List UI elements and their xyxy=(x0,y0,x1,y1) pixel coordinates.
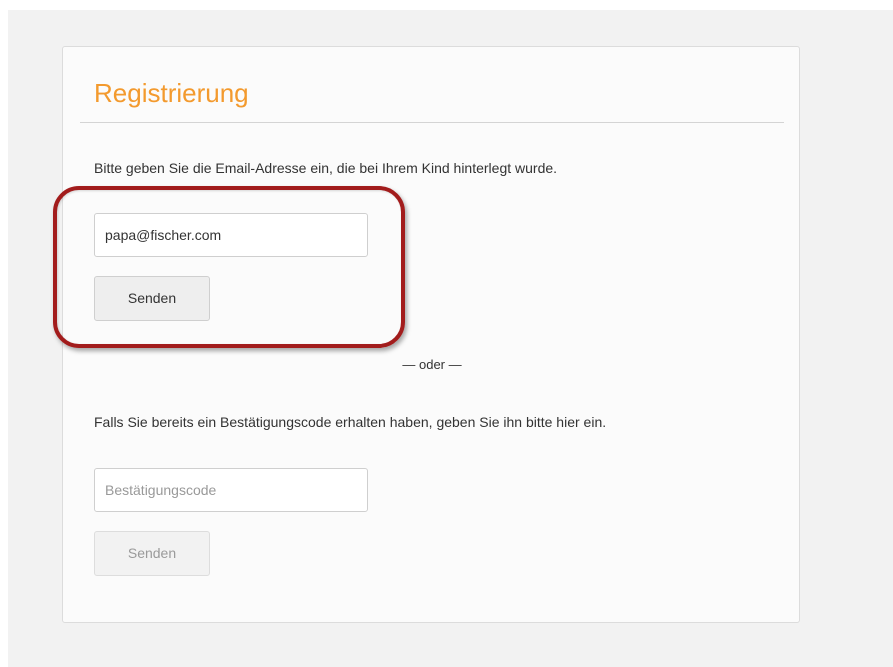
confirmation-code-input[interactable] xyxy=(94,468,368,512)
registration-card: Registrierung Bitte geben Sie die Email-… xyxy=(62,46,800,623)
code-instruction: Falls Sie bereits ein Bestätigungscode e… xyxy=(94,414,607,430)
send-code-button[interactable]: Senden xyxy=(94,531,210,576)
title-divider xyxy=(80,122,784,123)
page-title: Registrierung xyxy=(94,78,249,108)
or-separator: — oder — xyxy=(402,357,462,372)
email-instruction: Bitte geben Sie die Email-Adresse ein, d… xyxy=(94,160,558,176)
send-email-button[interactable]: Senden xyxy=(94,276,210,321)
email-input[interactable] xyxy=(94,213,368,257)
